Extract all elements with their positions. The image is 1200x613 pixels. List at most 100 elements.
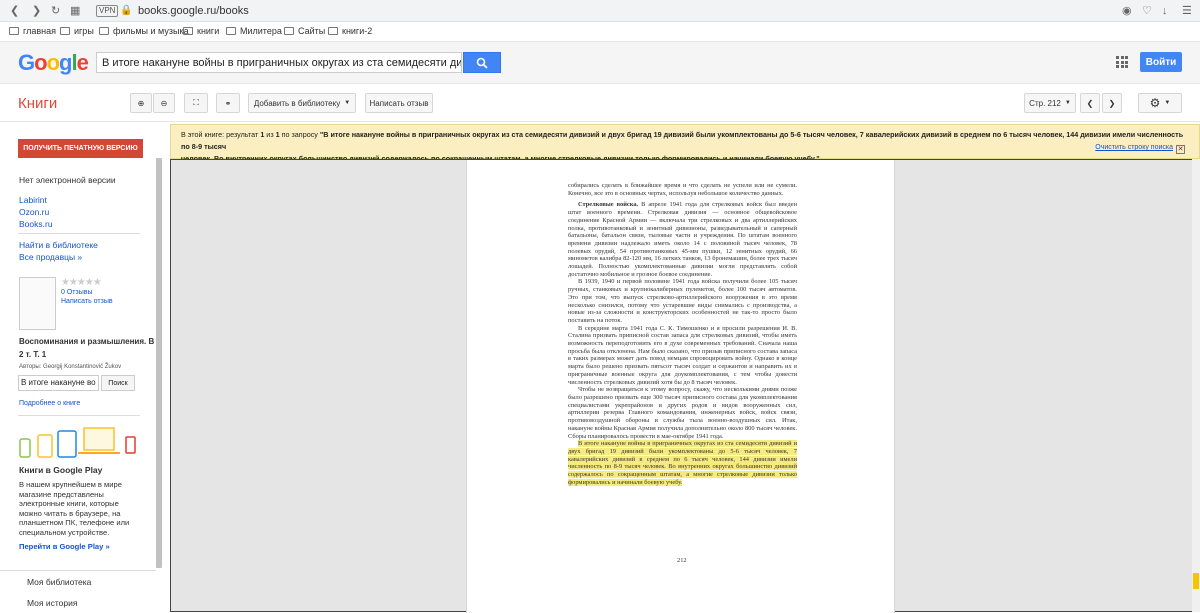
snippet-line-1: В этой книге: результат 1 из 1 по запрос…: [181, 130, 1184, 151]
search-in-book-input[interactable]: В итоге накануне во: [18, 375, 99, 391]
store-link-ozon[interactable]: Ozon.ru: [19, 207, 49, 217]
chevron-right-icon: ❯: [1108, 98, 1116, 108]
zoom-out-button[interactable]: ⊖: [153, 93, 175, 113]
bookmark-item[interactable]: игры: [60, 26, 94, 36]
search-highlight: В итоге накануне войны в приграничных ок…: [568, 440, 797, 486]
gear-icon: ⚙: [1149, 96, 1161, 110]
prev-page-button[interactable]: ❮: [1080, 93, 1100, 113]
search-icon: [476, 57, 488, 69]
chevron-left-icon: ❮: [1086, 98, 1094, 108]
bookmark-item[interactable]: Сайты: [284, 26, 325, 36]
paragraph: Стрелковые войска. В апреле 1941 года дл…: [568, 201, 797, 278]
about-book-link[interactable]: Подробнее о книге: [19, 400, 80, 407]
book-cover[interactable]: [19, 277, 56, 330]
google-play-link[interactable]: Перейти в Google Play »: [19, 542, 110, 551]
page-text: собирались сделать в ближайшее время и ч…: [568, 182, 797, 486]
close-icon[interactable]: ✕: [1176, 145, 1185, 154]
folder-icon: [328, 27, 338, 35]
folder-icon: [60, 27, 70, 35]
divider: [18, 233, 140, 234]
my-history-link[interactable]: Моя история: [27, 598, 77, 608]
chevron-down-icon: ▼: [344, 100, 351, 106]
store-link-labirint[interactable]: Labirint: [19, 195, 47, 205]
zoom-in-button[interactable]: ⊕: [130, 93, 152, 113]
browser-toolbar: ❮ ❯ ↻ ▦ VPN 🔒 books.google.ru/books ◉ ♡ …: [0, 0, 1200, 22]
book-sidebar: ПОЛУЧИТЬ ПЕЧАТНУЮ ВЕРСИЮ Нет электронной…: [0, 124, 163, 612]
book-title: Воспоминания и размышления. В: [19, 337, 155, 346]
vpn-badge[interactable]: VPN: [96, 5, 119, 17]
bookmark-item[interactable]: Милитера: [226, 26, 282, 36]
get-print-version-button[interactable]: ПОЛУЧИТЬ ПЕЧАТНУЮ ВЕРСИЮ: [18, 139, 143, 158]
search-result-banner: В этой книге: результат 1 из 1 по запрос…: [170, 124, 1200, 163]
next-page-button[interactable]: ❯: [1102, 93, 1122, 113]
fullscreen-icon: ⛶: [193, 98, 199, 107]
all-sellers-link[interactable]: Все продавцы »: [19, 252, 82, 262]
book-page: собирались сделать в ближайшее время и ч…: [466, 160, 895, 613]
bookmark-item[interactable]: главная: [9, 26, 56, 36]
books-toolbar: Книги ⊕ ⊖ ⛶ ⚭ Добавить в библиотеку ▼ Нап…: [0, 84, 1200, 122]
no-ebook-text: Нет электронной версии: [19, 175, 116, 185]
paragraph: В середине марта 1941 года С. К. Тимошен…: [568, 324, 797, 386]
zoom-in-icon: ⊕: [137, 98, 145, 108]
folder-icon: [99, 27, 109, 35]
search-input[interactable]: В итоге накануне войны в приграничных ок…: [96, 52, 462, 73]
reload-icon[interactable]: ↻: [51, 4, 60, 18]
signin-button[interactable]: Войти: [1140, 52, 1182, 72]
books-section-title[interactable]: Книги: [18, 95, 57, 112]
find-in-library-link[interactable]: Найти в библиотеке: [19, 240, 98, 250]
settings-button[interactable]: ⚙ ▼: [1138, 93, 1182, 113]
devices-illustration-icon: [19, 427, 136, 458]
divider: [18, 415, 140, 416]
folder-icon: [9, 27, 19, 35]
download-icon[interactable]: ↓: [1162, 4, 1168, 18]
chevron-down-icon: ▼: [1064, 100, 1071, 106]
book-viewer: собирались сделать в ближайшее время и ч…: [170, 159, 1200, 613]
section-heading: Стрелковые войска.: [578, 201, 639, 209]
write-review-button[interactable]: Написать отзыв: [365, 93, 433, 113]
paragraph: В 1939, 1940 и первой половине 1941 года…: [568, 278, 797, 324]
google-header: Google В итоге накануне войны в приграни…: [0, 42, 1200, 84]
divider: [0, 570, 156, 571]
book-authors: Авторы: Georgij Konstantinovič Žukov: [19, 364, 122, 370]
my-library-link[interactable]: Моя библиотека: [27, 577, 91, 587]
bookmark-item[interactable]: книги-2: [328, 26, 372, 36]
search-in-book-button[interactable]: Поиск: [101, 375, 135, 391]
folder-icon: [183, 27, 193, 35]
store-link-books[interactable]: Books.ru: [19, 219, 53, 229]
rating-stars: ★★★★★: [61, 277, 102, 288]
lock-icon: 🔒: [120, 5, 133, 16]
camera-icon[interactable]: ◉: [1122, 4, 1132, 18]
sidebar-scrollbar[interactable]: [156, 158, 162, 568]
play-description: В нашем крупнейшем в мире магазине предс…: [19, 480, 130, 537]
reviews-count-link[interactable]: 0 Отзывы: [61, 289, 92, 296]
link-icon: ⚭: [224, 98, 232, 108]
play-title: Книги в Google Play: [19, 465, 103, 475]
back-icon[interactable]: ❮: [10, 4, 19, 18]
search-button[interactable]: [463, 52, 501, 73]
heart-icon[interactable]: ♡: [1142, 4, 1152, 18]
viewer-scrollbar[interactable]: [1192, 159, 1200, 612]
bookmark-item[interactable]: книги: [183, 26, 219, 36]
paragraph: В итоге накануне войны в приграничных ок…: [568, 440, 797, 486]
forward-icon[interactable]: ❯: [32, 4, 41, 18]
page-number: 212: [677, 557, 687, 564]
add-to-library-button[interactable]: Добавить в библиотеку ▼: [248, 93, 356, 113]
book-title-volume: 2 т. Т. 1: [19, 350, 47, 359]
folder-icon: [226, 27, 236, 35]
menu-icon[interactable]: ☰: [1182, 4, 1192, 18]
folder-icon: [284, 27, 294, 35]
zoom-out-icon: ⊖: [160, 98, 168, 108]
grid-icon[interactable]: ▦: [70, 4, 80, 18]
apps-icon[interactable]: [1116, 56, 1128, 68]
page-select[interactable]: Стр. 212 ▼: [1024, 93, 1076, 113]
bookmark-item[interactable]: фильмы и музыка: [99, 26, 189, 36]
viewer-scroll-thumb[interactable]: [1193, 573, 1199, 589]
fullscreen-button[interactable]: ⛶: [184, 93, 208, 113]
address-bar[interactable]: books.google.ru/books: [138, 5, 249, 17]
link-button[interactable]: ⚭: [216, 93, 240, 113]
chevron-down-icon: ▼: [1164, 100, 1171, 106]
write-review-link[interactable]: Написать отзыв: [61, 298, 113, 305]
paragraph: собирались сделать в ближайшее время и ч…: [568, 182, 797, 197]
google-logo[interactable]: Google: [18, 50, 89, 76]
clear-search-link[interactable]: Очистить строку поиска: [1095, 142, 1173, 154]
